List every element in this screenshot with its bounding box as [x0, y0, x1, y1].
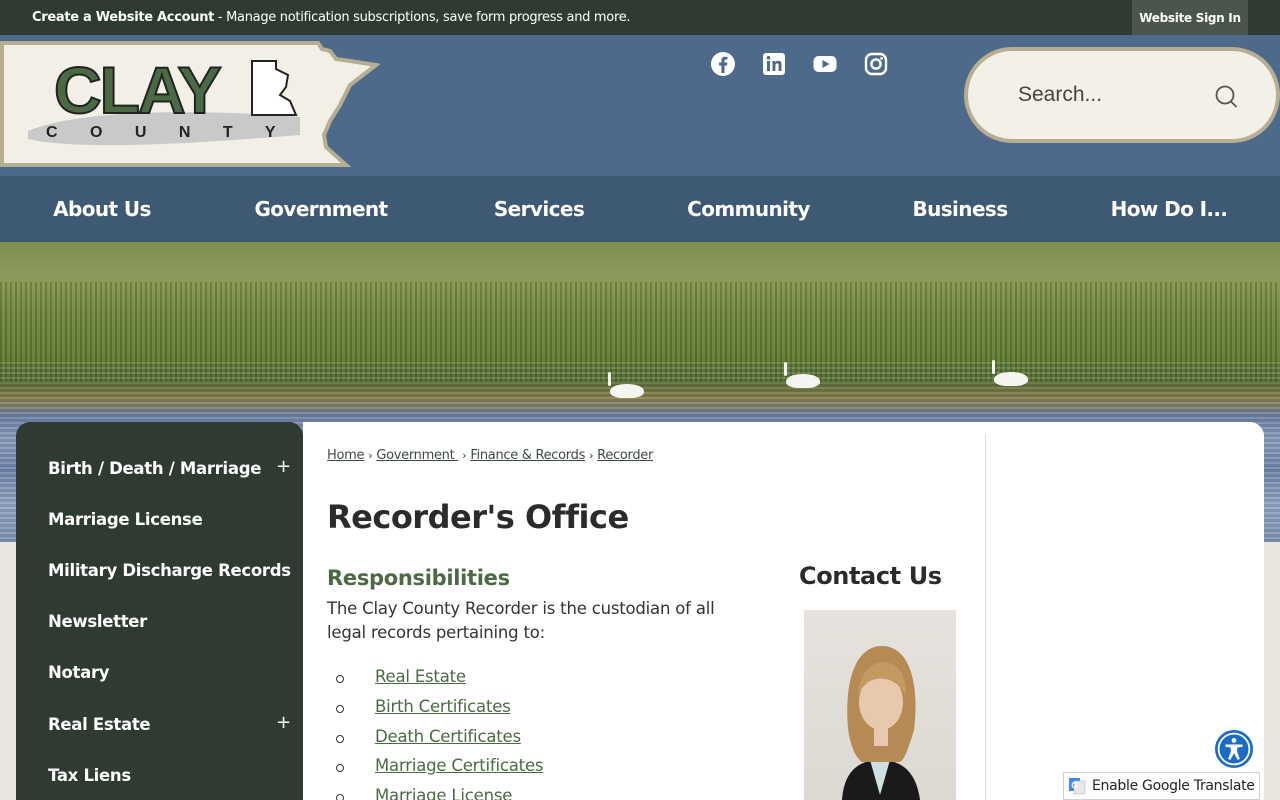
- nav-business[interactable]: Business: [900, 176, 1020, 242]
- facebook-icon[interactable]: [710, 51, 736, 77]
- column-divider: [985, 434, 986, 800]
- breadcrumb-home[interactable]: Home: [327, 448, 365, 463]
- breadcrumb-separator: ›: [462, 449, 467, 462]
- death-certificates-link[interactable]: Death Certificates: [375, 727, 521, 746]
- website-sign-in-button[interactable]: Website Sign In: [1132, 0, 1248, 35]
- accessibility-icon[interactable]: [1213, 728, 1255, 770]
- breadcrumb-finance-records[interactable]: Finance & Records: [470, 448, 585, 463]
- birth-certificates-link[interactable]: Birth Certificates: [375, 697, 511, 716]
- breadcrumb-separator: ›: [368, 449, 373, 462]
- sidenav-item-birth-death-marriage[interactable]: Birth / Death / Marriage: [48, 459, 261, 478]
- marriage-license-link[interactable]: Marriage License: [375, 786, 512, 800]
- nav-how-do-i[interactable]: How Do I...: [1100, 176, 1238, 242]
- create-account-banner[interactable]: Create a Website Account - Manage notifi…: [32, 10, 631, 25]
- swan: [784, 362, 820, 388]
- top-bar: Create a Website Account - Manage notifi…: [0, 0, 1280, 35]
- google-translate-button[interactable]: G Enable Google Translate: [1063, 772, 1260, 800]
- logo-text-county: C O U N T Y: [46, 124, 290, 141]
- marriage-certificates-link[interactable]: Marriage Certificates: [375, 756, 543, 775]
- real-estate-link[interactable]: Real Estate: [375, 667, 466, 686]
- sidenav-item-military-discharge-records[interactable]: Military Discharge Records: [48, 561, 291, 580]
- search-box: [964, 47, 1280, 143]
- breadcrumb: Home › Government › Finance & Records › Recor…: [327, 448, 653, 463]
- contact-us-heading: Contact Us: [799, 562, 942, 590]
- sidenav-item-newsletter[interactable]: Newsletter: [48, 612, 147, 631]
- svg-text:G: G: [1071, 781, 1077, 790]
- breadcrumb-government[interactable]: Government: [376, 448, 458, 463]
- swan: [608, 372, 644, 398]
- expand-real-estate-button[interactable]: +: [276, 712, 291, 733]
- nav-community[interactable]: Community: [676, 176, 821, 242]
- breadcrumb-recorder[interactable]: Recorder: [597, 448, 653, 463]
- create-account-link[interactable]: Create a Website Account: [32, 10, 214, 25]
- nav-about-us[interactable]: About Us: [32, 176, 172, 242]
- site-header: CLAY C O U N T Y: [0, 35, 1280, 176]
- instagram-icon[interactable]: [863, 51, 889, 77]
- responsibilities-description: The Clay County Recorder is the custodia…: [327, 599, 715, 642]
- main-navigation: About Us Government Services Community B…: [0, 176, 1280, 242]
- google-translate-label: Enable Google Translate: [1092, 778, 1255, 794]
- side-navigation: Birth / Death / Marriage + Marriage Lice…: [16, 422, 303, 800]
- expand-birth-death-marriage-button[interactable]: +: [276, 456, 291, 477]
- page-title: Recorder's Office: [327, 498, 629, 536]
- sidenav-item-tax-liens[interactable]: Tax Liens: [48, 766, 131, 785]
- nav-services[interactable]: Services: [480, 176, 598, 242]
- swan: [992, 360, 1028, 386]
- recorder-photo: [804, 610, 956, 800]
- logo-text-clay: CLAY: [54, 53, 221, 127]
- clay-county-logo[interactable]: CLAY C O U N T Y: [0, 39, 380, 167]
- sidenav-item-marriage-license[interactable]: Marriage License: [48, 510, 203, 529]
- responsibilities-heading: Responsibilities: [327, 566, 510, 590]
- sidenav-item-notary[interactable]: Notary: [48, 663, 110, 682]
- search-input[interactable]: [1018, 79, 1198, 111]
- search-icon[interactable]: [1212, 83, 1240, 111]
- youtube-icon[interactable]: [812, 51, 838, 77]
- create-account-description: - Manage notification subscriptions, sav…: [214, 10, 631, 25]
- linkedin-icon[interactable]: [761, 51, 787, 77]
- google-translate-icon: G: [1069, 778, 1086, 795]
- breadcrumb-separator: ›: [589, 449, 594, 462]
- nav-government[interactable]: Government: [240, 176, 402, 242]
- sidenav-item-real-estate[interactable]: Real Estate: [48, 715, 151, 734]
